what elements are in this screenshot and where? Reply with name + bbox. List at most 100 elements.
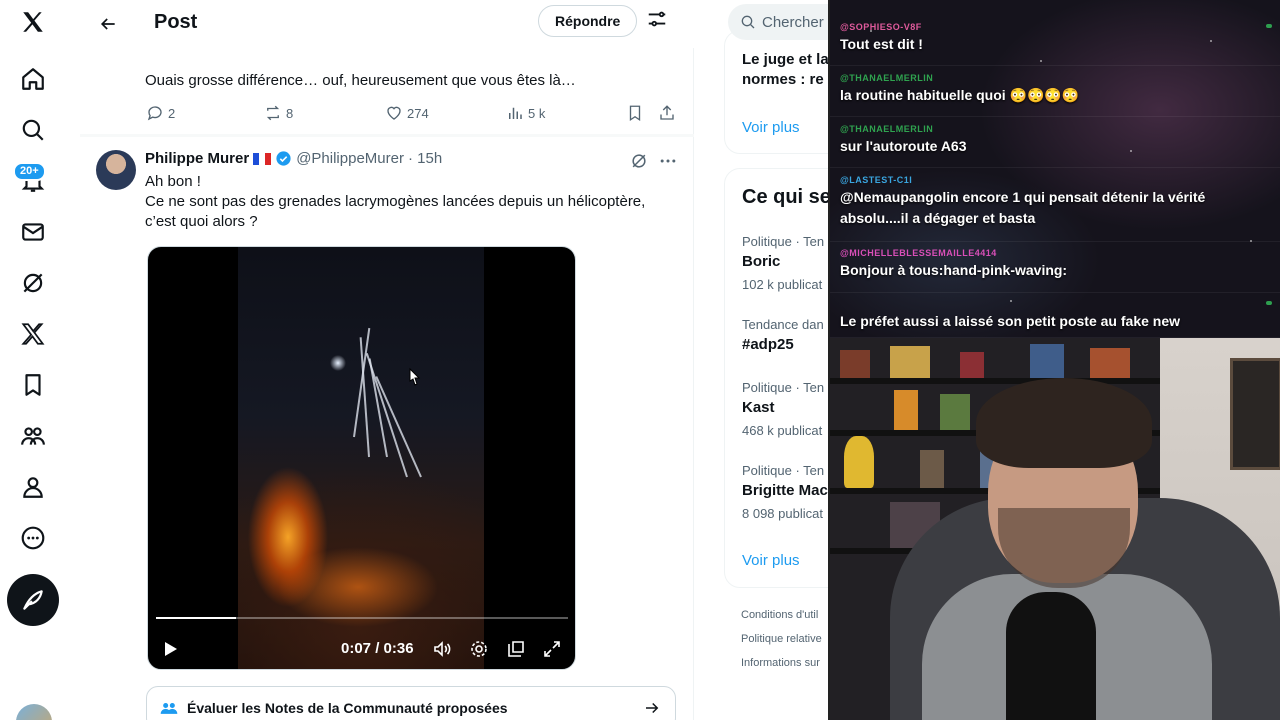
bookmarks-icon[interactable] (8, 360, 58, 410)
bookmark-icon (629, 105, 641, 122)
chat-username: @THANAELMERLIN (840, 73, 934, 83)
stream-overlay: @SOPHIESO-V8F Tout est dit ! @THANAELMER… (828, 0, 1280, 720)
premium-icon[interactable] (8, 309, 58, 359)
x-logo-icon[interactable] (8, 0, 58, 47)
reply-icon (147, 106, 162, 121)
divider (80, 134, 694, 137)
trend-category: Politique · Ten (742, 380, 825, 395)
video-progress-bar[interactable] (156, 617, 568, 619)
see-more-link[interactable]: Voir plus (742, 552, 800, 569)
chat-message: @LASTEST-C1I @Nemaupangolin encore 1 qui… (830, 168, 1280, 242)
verified-badge-icon (276, 151, 291, 166)
search-icon[interactable] (8, 105, 58, 155)
news-line: normes : re (742, 71, 824, 88)
france-flag-icon (253, 152, 272, 165)
video-frame (238, 247, 484, 669)
like-action[interactable]: 274 (385, 104, 429, 122)
tweet-line: Ah bon ! (145, 173, 201, 190)
views-count: 5 k (528, 105, 546, 121)
footer-link[interactable]: Politique relative (741, 633, 822, 645)
footer-link[interactable]: Conditions d'util (741, 609, 818, 621)
account-avatar[interactable] (16, 704, 52, 720)
tweet-text: Ah bon ! Ce ne sont pas des grenades lac… (145, 172, 675, 232)
reply-action[interactable]: 2 (146, 104, 175, 122)
chat-message: @THANAELMERLIN la routine habituelle quo… (830, 66, 1280, 117)
author-name[interactable]: Philippe Murer (145, 150, 249, 167)
filter-icon[interactable] (646, 8, 670, 32)
wall-poster (1230, 358, 1280, 470)
tweet-line: c’est quoi alors ? (145, 213, 258, 230)
feather-icon (23, 590, 43, 610)
chat-message: Le préfet aussi a laissé son petit poste… (830, 293, 1280, 338)
trend-name[interactable]: #adp25 (742, 336, 794, 353)
video-progress-fill (156, 617, 236, 619)
post-time[interactable]: · 15h (408, 150, 442, 167)
status-dot-icon (1266, 24, 1272, 28)
microphone (1006, 592, 1096, 720)
views-action[interactable]: 5 k (506, 104, 545, 122)
volume-icon[interactable] (432, 639, 452, 659)
community-notes-bar[interactable]: Évaluer les Notes de la Communauté propo… (146, 686, 676, 720)
trend-name[interactable]: Kast (742, 399, 775, 416)
reply-button[interactable]: Répondre (538, 5, 638, 37)
left-navigation: 20+ (0, 0, 80, 720)
trend-count: 468 k publicat (742, 423, 823, 438)
repost-count: 8 (286, 105, 294, 121)
trends-card (724, 168, 828, 588)
trends-title: Ce qui se (742, 186, 828, 208)
repost-action[interactable]: 8 (264, 104, 293, 122)
mouse-cursor-icon (409, 367, 421, 386)
grok-explain-icon[interactable] (629, 151, 649, 171)
repost-icon (266, 105, 280, 121)
page-title: Post (154, 11, 198, 33)
chat-username: @MICHELLEBLESSEMAILLE4414 (840, 248, 997, 258)
search-placeholder: Chercher (762, 13, 824, 31)
communities-icon[interactable] (8, 411, 58, 461)
picture-in-picture-icon[interactable] (506, 639, 526, 659)
notifications-badge: 20+ (13, 162, 46, 181)
community-notes-icon (160, 703, 178, 714)
trend-name[interactable]: Brigitte Mac (742, 482, 828, 499)
more-options-icon[interactable] (658, 151, 678, 171)
main-column: Post Répondre Ouais grosse différence… o… (80, 0, 694, 720)
video-time: 0:07 / 0:36 (341, 640, 414, 657)
reply-count: 2 (168, 105, 176, 121)
chat-text: Tout est dit ! (840, 36, 923, 52)
see-more-link[interactable]: Voir plus (742, 119, 800, 136)
profile-icon[interactable] (8, 462, 58, 512)
author-handle[interactable]: @PhilippeMurer (296, 150, 404, 167)
arrow-right-icon (646, 702, 659, 714)
home-icon[interactable] (8, 54, 58, 104)
chat-panel: @SOPHIESO-V8F Tout est dit ! @THANAELMER… (830, 0, 1280, 338)
bookmark-action[interactable] (626, 104, 644, 122)
chat-text: @Nemaupangolin encore 1 qui pensait déte… (840, 189, 1206, 226)
right-sidebar: Chercher Le juge et la normes : re Voir … (694, 0, 828, 720)
trend-category: Politique · Ten (742, 463, 825, 478)
play-icon[interactable] (160, 639, 180, 659)
chat-text: Le préfet aussi a laissé son petit poste… (840, 313, 1181, 329)
more-icon[interactable] (8, 513, 58, 563)
trend-count: 8 098 publicat (742, 506, 823, 521)
footer-link[interactable]: Informations sur (741, 657, 820, 669)
tweet-line: Ce ne sont pas des grenades lacrymogènes… (145, 193, 646, 210)
news-headline[interactable]: Le juge et la normes : re (742, 50, 828, 90)
settings-gear-icon[interactable] (469, 639, 489, 659)
author-line: Philippe Murer @PhilippeMurer · 15h (145, 150, 442, 167)
chat-username: @THANAELMERLIN (840, 124, 934, 134)
author-avatar[interactable] (96, 150, 136, 190)
back-button[interactable] (92, 8, 124, 40)
chat-message: @THANAELMERLIN sur l'autoroute A63 (830, 117, 1280, 168)
chat-text: Bonjour à tous:hand-pink-waving: (840, 262, 1068, 278)
grok-icon[interactable] (8, 258, 58, 308)
app-window: 20+ Post Répondre Ouais grosse différenc… (0, 0, 1280, 720)
heart-icon (387, 106, 401, 120)
video-player[interactable]: 0:07 / 0:36 (147, 246, 576, 670)
compose-post-button[interactable] (7, 574, 59, 626)
chat-username: @SOPHIESO-V8F (840, 22, 922, 32)
trend-category: Politique · Ten (742, 234, 825, 249)
fullscreen-icon[interactable] (542, 639, 562, 659)
messages-icon[interactable] (8, 207, 58, 257)
status-dot-icon (1266, 301, 1272, 305)
share-action[interactable] (658, 104, 676, 122)
trend-name[interactable]: Boric (742, 253, 780, 270)
